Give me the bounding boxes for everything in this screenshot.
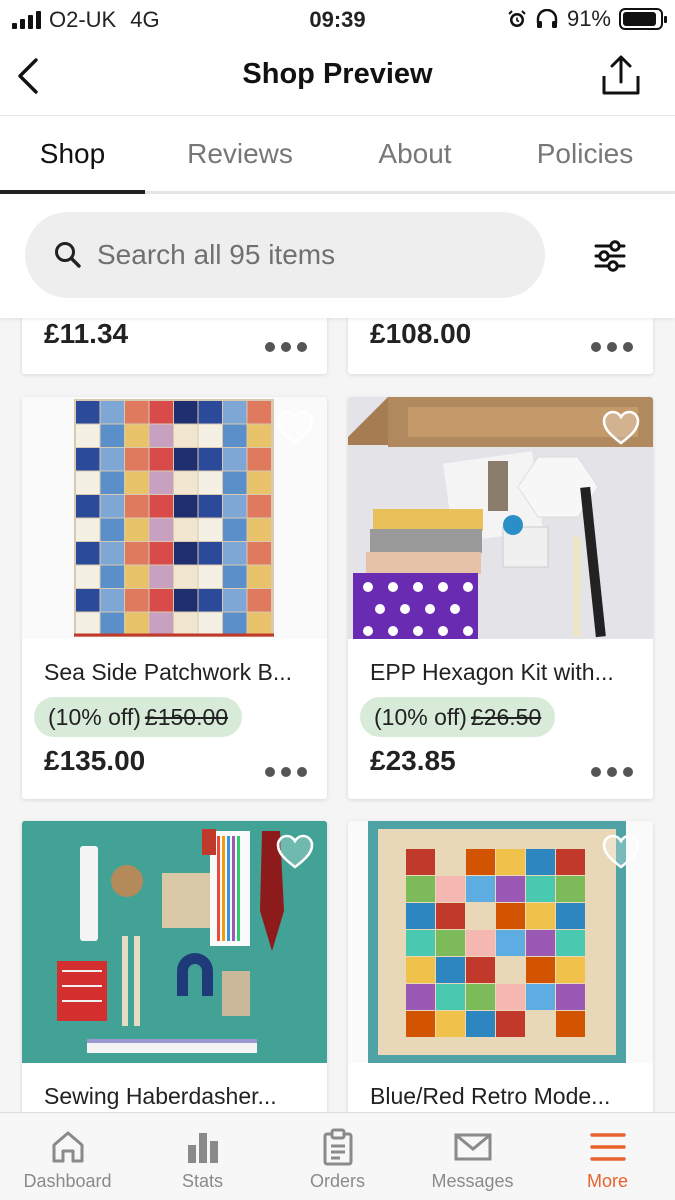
- status-bar: O2-UK 4G 09:39 91%: [0, 0, 675, 38]
- favorite-heart-icon[interactable]: [275, 409, 315, 447]
- listing-card-partial[interactable]: £11.34: [22, 318, 327, 374]
- search-row: [0, 194, 675, 318]
- tab-reviews[interactable]: Reviews: [145, 116, 335, 191]
- nav-more-label: More: [586, 1171, 628, 1191]
- more-options-button[interactable]: [591, 765, 633, 779]
- listing-title: EPP Hexagon Kit with...: [370, 659, 614, 685]
- battery-percent: 91%: [566, 6, 611, 31]
- envelope-icon: [454, 1133, 491, 1161]
- original-price: £26.50: [470, 703, 542, 730]
- nav-more[interactable]: More: [540, 1113, 675, 1200]
- status-right: 91%: [507, 6, 667, 32]
- bar-chart-icon: [187, 1133, 218, 1163]
- listing-price: £23.85: [370, 745, 456, 776]
- tab-shop[interactable]: Shop: [0, 116, 145, 194]
- clipboard-icon: [323, 1128, 352, 1166]
- nav-dashboard[interactable]: Dashboard: [0, 1113, 135, 1200]
- listing-image-hexagon-kit[interactable]: [348, 397, 653, 639]
- nav-stats[interactable]: Stats: [135, 1113, 270, 1200]
- nav-messages-label: Messages: [431, 1171, 514, 1191]
- share-button[interactable]: [601, 54, 641, 96]
- headphones-icon: [536, 9, 558, 28]
- listing-image-patchwork-quilt[interactable]: [22, 397, 327, 639]
- nav-bar: Shop Preview: [0, 38, 675, 116]
- listing-title: Sewing Haberdasher...: [44, 1083, 277, 1109]
- discount-badge: (10% off) £26.50: [360, 697, 556, 737]
- home-icon: [52, 1131, 83, 1163]
- listing-image-sewing-haberdashery[interactable]: [22, 821, 327, 1063]
- listing-card[interactable]: Blue/Red Retro Mode...: [348, 821, 653, 1112]
- tab-policies[interactable]: Policies: [495, 116, 675, 191]
- listing-card[interactable]: Sea Side Patchwork B... (10% off) £150.0…: [22, 397, 327, 799]
- discount-percent: (10% off): [48, 703, 141, 730]
- listing-title: Sea Side Patchwork B...: [44, 659, 293, 685]
- more-options-button[interactable]: [265, 765, 307, 779]
- listing-image-retro-quilt[interactable]: [348, 821, 653, 1063]
- listing-grid: £11.34 £108.00 Sea Side Patchwork B... (…: [0, 318, 675, 1112]
- menu-icon: [589, 1133, 626, 1161]
- bottom-nav: Dashboard Stats Orders Messages More: [0, 1112, 675, 1200]
- listing-price: £108.00: [370, 318, 472, 349]
- page-title: Shop Preview: [242, 58, 433, 90]
- more-options-button[interactable]: [265, 340, 307, 354]
- favorite-heart-icon[interactable]: [275, 833, 315, 871]
- share-icon: [602, 55, 640, 95]
- shop-tabs: Shop Reviews About Policies: [0, 116, 675, 194]
- discount-percent: (10% off): [374, 703, 467, 730]
- filter-sliders-icon: [594, 240, 626, 272]
- filter-button[interactable]: [588, 234, 632, 278]
- nav-orders[interactable]: Orders: [270, 1113, 405, 1200]
- nav-orders-label: Orders: [309, 1171, 365, 1191]
- tab-about[interactable]: About: [335, 116, 495, 191]
- discount-badge: (10% off) £150.00: [34, 697, 243, 737]
- battery-icon: [619, 8, 667, 30]
- search-box[interactable]: [25, 212, 545, 298]
- listing-price: £11.34: [44, 318, 129, 349]
- listing-card[interactable]: Sewing Haberdasher...: [22, 821, 327, 1112]
- search-icon: [55, 242, 81, 268]
- favorite-heart-icon[interactable]: [601, 409, 641, 447]
- nav-stats-label: Stats: [181, 1171, 224, 1191]
- alarm-icon: [508, 10, 526, 27]
- nav-messages[interactable]: Messages: [405, 1113, 540, 1200]
- more-options-button[interactable]: [591, 340, 633, 354]
- original-price: £150.00: [144, 703, 229, 730]
- favorite-heart-icon[interactable]: [601, 833, 641, 871]
- listing-title: Blue/Red Retro Mode...: [370, 1083, 611, 1109]
- listing-price: £135.00: [44, 745, 146, 776]
- listing-card-partial[interactable]: £108.00: [348, 318, 653, 374]
- listing-card[interactable]: EPP Hexagon Kit with... (10% off) £26.50…: [348, 397, 653, 799]
- nav-dashboard-label: Dashboard: [23, 1171, 112, 1191]
- search-input[interactable]: [97, 239, 497, 271]
